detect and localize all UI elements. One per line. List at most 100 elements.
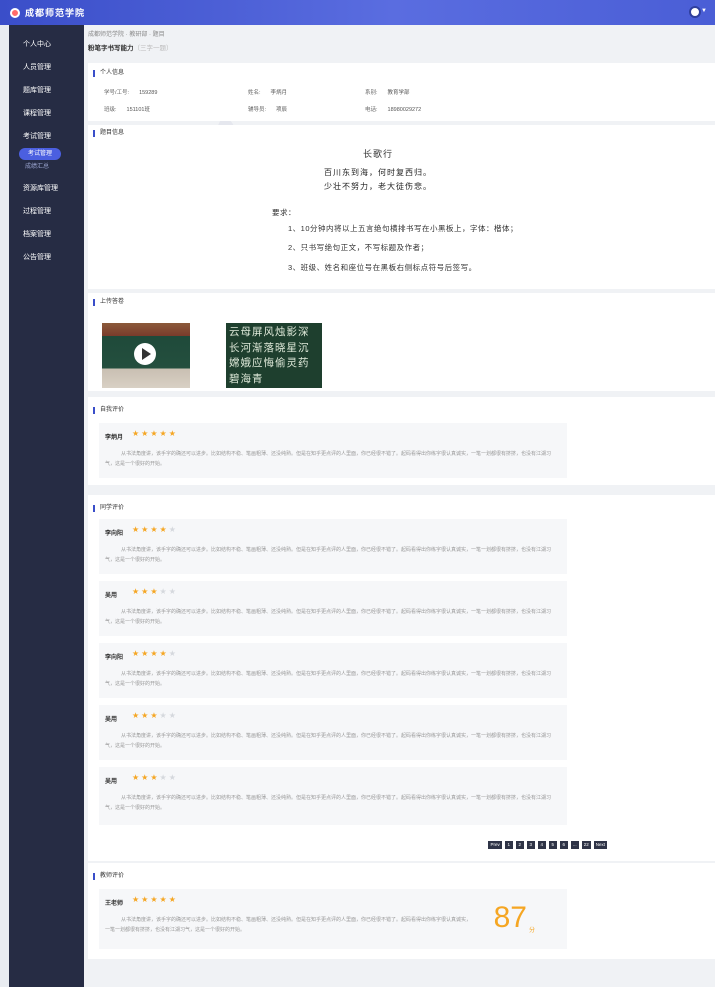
peer-eval-card: 同学评价 李向阳 ★★★★★ 从书法角度讲，该手字的确还可以进步。比如结构不稳、… <box>88 495 715 861</box>
star-filled-icon: ★ <box>141 525 151 534</box>
sidebar-item-resources[interactable]: 资源库管理 <box>9 177 84 200</box>
pager-page-button[interactable]: 3 <box>526 841 535 849</box>
section-title-personal: 个人信息 <box>93 70 124 77</box>
sidebar-subitem-exam-active[interactable]: 考试管理 <box>19 148 61 160</box>
pager-page-button[interactable]: 2 <box>515 841 524 849</box>
rating-stars: ★★★★★ <box>132 587 178 596</box>
pager-ellipsis: ... <box>570 841 579 849</box>
answer-image-thumbnail[interactable]: 云母屏风烛影深长河渐落晓星沉嫦娥应悔偷灵药碧海青 <box>226 323 322 388</box>
star-filled-icon: ★ <box>141 711 151 720</box>
requirement-2: 2、只书写绝句正文，不写标题及作者； <box>288 243 429 252</box>
upload-card: 上传答卷 云母屏风烛影深长河渐落晓星沉嫦娥应悔偷灵药碧海青 <box>88 293 715 391</box>
video-thumbnail[interactable] <box>102 323 190 388</box>
sidebar-subitem-grades[interactable]: 成绩汇总 <box>9 160 84 174</box>
peer-review-item: 吴用 ★★★★★ 从书法角度讲，该手字的确还可以进步。比如结构不稳、笔画粗薄、还… <box>99 767 567 825</box>
info-class: 班级: 151101班 <box>104 107 150 113</box>
section-title-teacher-eval: 教师评价 <box>93 873 124 880</box>
pagination: Prev 1 2 3 4 5 6 ... 22 Next <box>488 841 607 849</box>
info-counselor: 辅导员: 项辰 <box>248 107 288 113</box>
star-filled-icon: ★ <box>168 895 178 904</box>
review-text: 从书法角度讲，该手字的确还可以进步。比如结构不稳、笔画粗薄、还没纯熟。但是在知乎… <box>105 733 552 749</box>
star-empty-icon: ★ <box>168 711 178 720</box>
star-empty-icon: ★ <box>159 587 169 596</box>
reviewer-name: 吴用 <box>105 717 118 723</box>
star-filled-icon: ★ <box>141 649 151 658</box>
star-filled-icon: ★ <box>150 895 160 904</box>
reviewer-name: 李向阳 <box>105 531 124 537</box>
rating-stars: ★★★★★ <box>132 649 178 658</box>
peer-review-item: 李向阳 ★★★★★ 从书法角度讲，该手字的确还可以进步。比如结构不稳、笔画粗薄、… <box>99 643 567 698</box>
review-text: 从书法角度讲，该手字的确还可以进步。比如结构不稳、笔画粗薄、还没纯熟。但是在知乎… <box>105 795 552 811</box>
star-filled-icon: ★ <box>159 429 169 438</box>
sidebar-item-process[interactable]: 过程管理 <box>9 200 84 223</box>
sidebar-item-question-bank[interactable]: 题库管理 <box>9 79 84 102</box>
star-filled-icon: ★ <box>141 895 151 904</box>
sidebar-item-exam[interactable]: 考试管理 <box>9 125 84 148</box>
section-title-peer-eval: 同学评价 <box>93 505 124 512</box>
star-filled-icon: ★ <box>132 587 142 596</box>
pager-page-button[interactable]: 22 <box>581 841 591 849</box>
requirement-1: 1、10分钟内将以上五言绝句横排书写在小黑板上，字体：楷体； <box>288 224 519 233</box>
page-title: 粉笔字书写能力（三字一题） <box>88 45 173 52</box>
star-filled-icon: ★ <box>159 895 169 904</box>
star-filled-icon: ★ <box>159 649 169 658</box>
star-filled-icon: ★ <box>141 773 151 782</box>
rating-stars: ★★★★★ <box>132 711 178 720</box>
star-filled-icon: ★ <box>132 649 142 658</box>
pager-page-button[interactable]: 1 <box>504 841 513 849</box>
rating-stars: ★★★★★ <box>132 525 178 534</box>
star-empty-icon: ★ <box>168 773 178 782</box>
rating-stars: ★★★★★ <box>132 895 178 904</box>
reviewer-name: 吴用 <box>105 779 118 785</box>
star-filled-icon: ★ <box>132 711 142 720</box>
sidebar-item-personal[interactable]: 个人中心 <box>9 33 84 56</box>
play-icon[interactable] <box>134 343 156 365</box>
pager-page-button[interactable]: 4 <box>537 841 546 849</box>
sidebar-item-archive[interactable]: 档案管理 <box>9 223 84 246</box>
star-filled-icon: ★ <box>150 773 160 782</box>
pager-page-button[interactable]: 5 <box>548 841 557 849</box>
teacher-review-item: 王老师 ★★★★★ 从书法角度讲，该手字的确还可以进步。比如结构不稳、笔画粗薄、… <box>99 889 567 949</box>
star-empty-icon: ★ <box>168 649 178 658</box>
peer-review-item: 李向阳 ★★★★★ 从书法角度讲，该手字的确还可以进步。比如结构不稳、笔画粗薄、… <box>99 519 567 574</box>
pager-next-button[interactable]: Next <box>593 841 607 849</box>
chevron-down-icon[interactable]: ▼ <box>701 8 707 14</box>
score-unit: 分 <box>528 928 535 934</box>
poem-line-2: 少壮不努力，老大徒伤悲。 <box>324 182 432 191</box>
review-text: 从书法角度讲，该手字的确还可以进步。比如结构不稳、笔画粗薄、还没纯熟。但是在知乎… <box>105 917 472 933</box>
breadcrumb[interactable]: 成都师范学院 · 教研部 · 题目 <box>88 29 165 38</box>
section-title-question: 题目信息 <box>93 130 124 137</box>
personal-info-card: 个人信息 学号/工号: 159289 姓名: 李炳月 系别: 教育学部 班级: 1511… <box>88 63 715 121</box>
requirement-label: 要求： <box>272 208 296 217</box>
sidebar-item-course[interactable]: 课程管理 <box>9 102 84 125</box>
sidebar-item-notice[interactable]: 公告管理 <box>9 246 84 269</box>
star-empty-icon: ★ <box>168 525 178 534</box>
top-bar: 成都师范学院 ▼ <box>0 0 715 25</box>
app-logo[interactable]: 成都师范学院 <box>10 6 85 19</box>
star-empty-icon: ★ <box>168 587 178 596</box>
reviewer-name: 王老师 <box>105 901 124 907</box>
sidebar-item-people[interactable]: 人员管理 <box>9 56 84 79</box>
star-empty-icon: ★ <box>159 773 169 782</box>
peer-review-item: 吴用 ★★★★★ 从书法角度讲，该手字的确还可以进步。比如结构不稳、笔画粗薄、还… <box>99 581 567 636</box>
poem-line-1: 百川东到海，何时复西归。 <box>324 168 432 177</box>
star-filled-icon: ★ <box>132 773 142 782</box>
poem-title: 长歌行 <box>362 149 393 159</box>
reviewer-name: 李向阳 <box>105 655 124 661</box>
teacher-eval-card: 教师评价 王老师 ★★★★★ 从书法角度讲，该手字的确还可以进步。比如结构不稳、… <box>88 863 715 959</box>
review-text: 从书法角度讲，该手字的确还可以进步。比如结构不稳、笔画粗薄、还没纯熟。但是在知乎… <box>105 609 552 625</box>
pager-page-button[interactable]: 6 <box>559 841 568 849</box>
user-avatar[interactable] <box>689 6 701 18</box>
info-name: 姓名: 李炳月 <box>248 90 288 96</box>
review-text: 从书法角度讲，该手字的确还可以进步。比如结构不稳、笔画粗薄、还没纯熟。但是在知乎… <box>105 547 552 563</box>
self-review-item: 李炳月 ★★★★★ 从书法角度讲，该手字的确还可以进步。比如结构不稳、笔画粗薄、… <box>99 423 567 478</box>
star-filled-icon: ★ <box>132 895 142 904</box>
star-filled-icon: ★ <box>150 711 160 720</box>
score-value: 87 <box>493 901 527 934</box>
star-filled-icon: ★ <box>132 429 142 438</box>
pager-prev-button[interactable]: Prev <box>488 841 502 849</box>
info-student-id: 学号/工号: 159289 <box>104 90 158 96</box>
self-eval-card: 自我评价 李炳月 ★★★★★ 从书法角度讲，该手字的确还可以进步。比如结构不稳、… <box>88 397 715 485</box>
info-department: 系别: 教育学部 <box>365 90 410 96</box>
main-content: 〰 成都师范学院 · 教研部 · 题目 粉笔字书写能力（三字一题） 个人信息 学… <box>84 25 715 987</box>
